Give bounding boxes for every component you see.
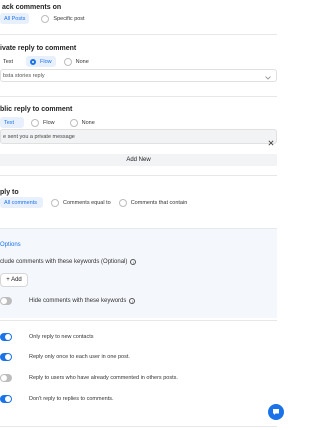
hide-comments-toggle[interactable] bbox=[0, 297, 12, 305]
private-flow-select-value: bsta stories reply bbox=[3, 72, 45, 79]
private-reply-radio-group: Text Flow None bbox=[0, 56, 89, 67]
radio-specific-post[interactable]: Specific post bbox=[41, 14, 85, 23]
track-comments-radio-group: All Posts Specific post bbox=[0, 13, 85, 24]
track-comments-title: ack comments on bbox=[2, 4, 62, 11]
info-icon: i bbox=[129, 298, 136, 304]
radio-private-flow[interactable]: Flow bbox=[26, 56, 56, 67]
radio-specific-post-label: Specific post bbox=[53, 15, 85, 22]
reply-to-title: ply to bbox=[0, 189, 19, 196]
radio-all-posts-label: All Posts bbox=[4, 15, 26, 22]
radio-all-comments[interactable]: All comments bbox=[0, 197, 43, 208]
private-reply-title: ivate reply to comment bbox=[0, 45, 77, 52]
radio-circle bbox=[118, 198, 127, 207]
radio-all-posts[interactable]: All Posts bbox=[0, 13, 30, 24]
divider bbox=[0, 320, 277, 321]
close-icon[interactable] bbox=[268, 133, 274, 151]
radio-public-text-label: Text bbox=[4, 119, 15, 126]
include-keywords-label: clude comments with these keywords (Opti… bbox=[0, 259, 128, 265]
toggle-label-reply-once: Reply only once to each user in one post… bbox=[29, 354, 130, 360]
radio-private-none-label: None bbox=[75, 58, 89, 65]
info-icon: i bbox=[130, 259, 137, 265]
private-flow-select[interactable]: bsta stories reply bbox=[0, 69, 277, 82]
hide-keywords-row: Hide comments with these keywords i bbox=[29, 298, 136, 304]
radio-private-text[interactable]: Text bbox=[0, 59, 26, 65]
options-title: Options bbox=[0, 242, 21, 248]
radio-public-text[interactable]: Text bbox=[0, 117, 24, 128]
radio-comments-contain-label: Comments that contain bbox=[130, 199, 188, 206]
chat-bubble-icon[interactable] bbox=[268, 404, 284, 420]
toggle-only-new-contacts[interactable] bbox=[0, 333, 12, 341]
radio-circle bbox=[69, 118, 78, 127]
public-reply-radio-group: Text Flow None bbox=[0, 117, 95, 128]
include-keywords-row: clude comments with these keywords (Opti… bbox=[0, 259, 137, 265]
divider bbox=[0, 228, 277, 229]
radio-comments-contain[interactable]: Comments that contain bbox=[118, 198, 188, 207]
divider bbox=[0, 175, 277, 176]
radio-selected-dot bbox=[30, 58, 36, 65]
radio-comments-equal[interactable]: Comments equal to bbox=[51, 198, 111, 207]
add-keyword-label: + Add bbox=[6, 277, 22, 283]
radio-private-flow-label: Flow bbox=[40, 58, 52, 65]
add-keyword-button[interactable]: + Add bbox=[0, 273, 28, 287]
public-reply-text-input[interactable]: e sent you a private message bbox=[0, 129, 277, 144]
radio-circle bbox=[41, 14, 50, 23]
toggle-label-only-new-contacts: Only reply to new contacts bbox=[29, 334, 94, 340]
toggle-reply-commented-others[interactable] bbox=[0, 374, 12, 382]
radio-public-flow[interactable]: Flow bbox=[31, 118, 55, 127]
public-reply-title: blic reply to comment bbox=[0, 106, 73, 113]
reply-to-radio-group: All comments Comments equal to Comments … bbox=[0, 197, 187, 208]
divider bbox=[0, 426, 277, 427]
radio-public-none[interactable]: None bbox=[69, 118, 95, 127]
radio-circle bbox=[31, 118, 39, 127]
toggle-dont-reply-replies[interactable] bbox=[0, 395, 12, 403]
radio-circle bbox=[63, 57, 72, 66]
add-new-label: Add New bbox=[126, 157, 151, 163]
hide-keywords-label: Hide comments with these keywords bbox=[29, 298, 127, 304]
divider bbox=[0, 96, 277, 97]
options-section bbox=[0, 228, 277, 318]
radio-private-none[interactable]: None bbox=[63, 57, 89, 66]
radio-public-flow-label: Flow bbox=[43, 119, 55, 126]
toggle-reply-once[interactable] bbox=[0, 353, 12, 361]
public-reply-text-value: e sent you a private message bbox=[3, 133, 75, 140]
divider bbox=[0, 34, 277, 35]
add-new-button[interactable]: Add New bbox=[0, 154, 277, 166]
radio-private-text-label: Text bbox=[3, 58, 14, 65]
radio-comments-equal-label: Comments equal to bbox=[63, 199, 111, 206]
toggle-label-dont-reply-replies: Don't reply to replies to comments. bbox=[29, 396, 114, 402]
chevron-down-icon bbox=[265, 67, 271, 85]
radio-public-none-label: None bbox=[81, 119, 95, 126]
radio-circle bbox=[51, 198, 59, 207]
toggle-label-reply-commented-others: Reply to users who have already commente… bbox=[29, 375, 178, 381]
radio-all-comments-label: All comments bbox=[4, 199, 38, 206]
